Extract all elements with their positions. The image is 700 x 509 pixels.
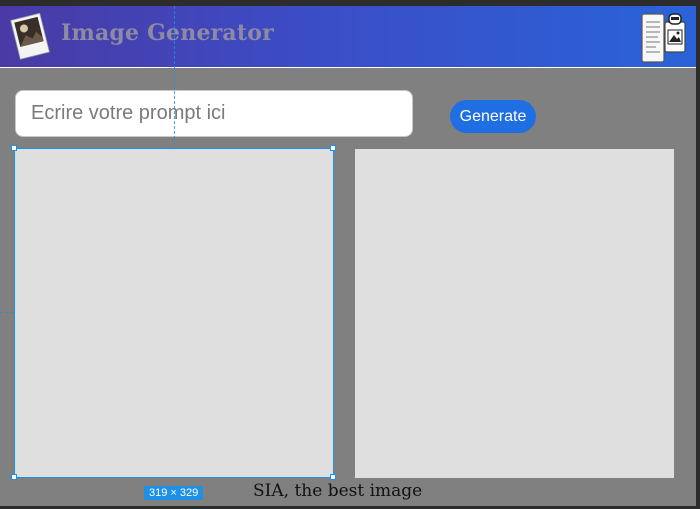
prompt-input[interactable] (15, 90, 413, 137)
image-panel-left[interactable] (15, 149, 334, 478)
footer-tagline: SIA, the best image (253, 481, 423, 501)
app-title: Image Generator (61, 20, 274, 46)
alignment-guide-vertical (174, 6, 175, 149)
generate-button[interactable]: Generate (450, 100, 536, 133)
resize-handle-top-right[interactable] (330, 145, 336, 151)
app-header: Image Generator (0, 6, 696, 68)
documents-clipboard-icon[interactable] (638, 8, 690, 66)
app-frame: Image Generator Generate 319 × 329 SIA, … (0, 6, 696, 506)
image-panel-right[interactable] (355, 149, 674, 478)
resize-handle-bottom-right[interactable] (330, 474, 336, 480)
resize-handle-bottom-left[interactable] (11, 474, 17, 480)
resize-handle-top-left[interactable] (11, 145, 17, 151)
selection-size-badge: 319 × 329 (144, 486, 204, 500)
alignment-guide-horizontal (0, 312, 14, 313)
polaroid-photo-icon (10, 12, 50, 60)
